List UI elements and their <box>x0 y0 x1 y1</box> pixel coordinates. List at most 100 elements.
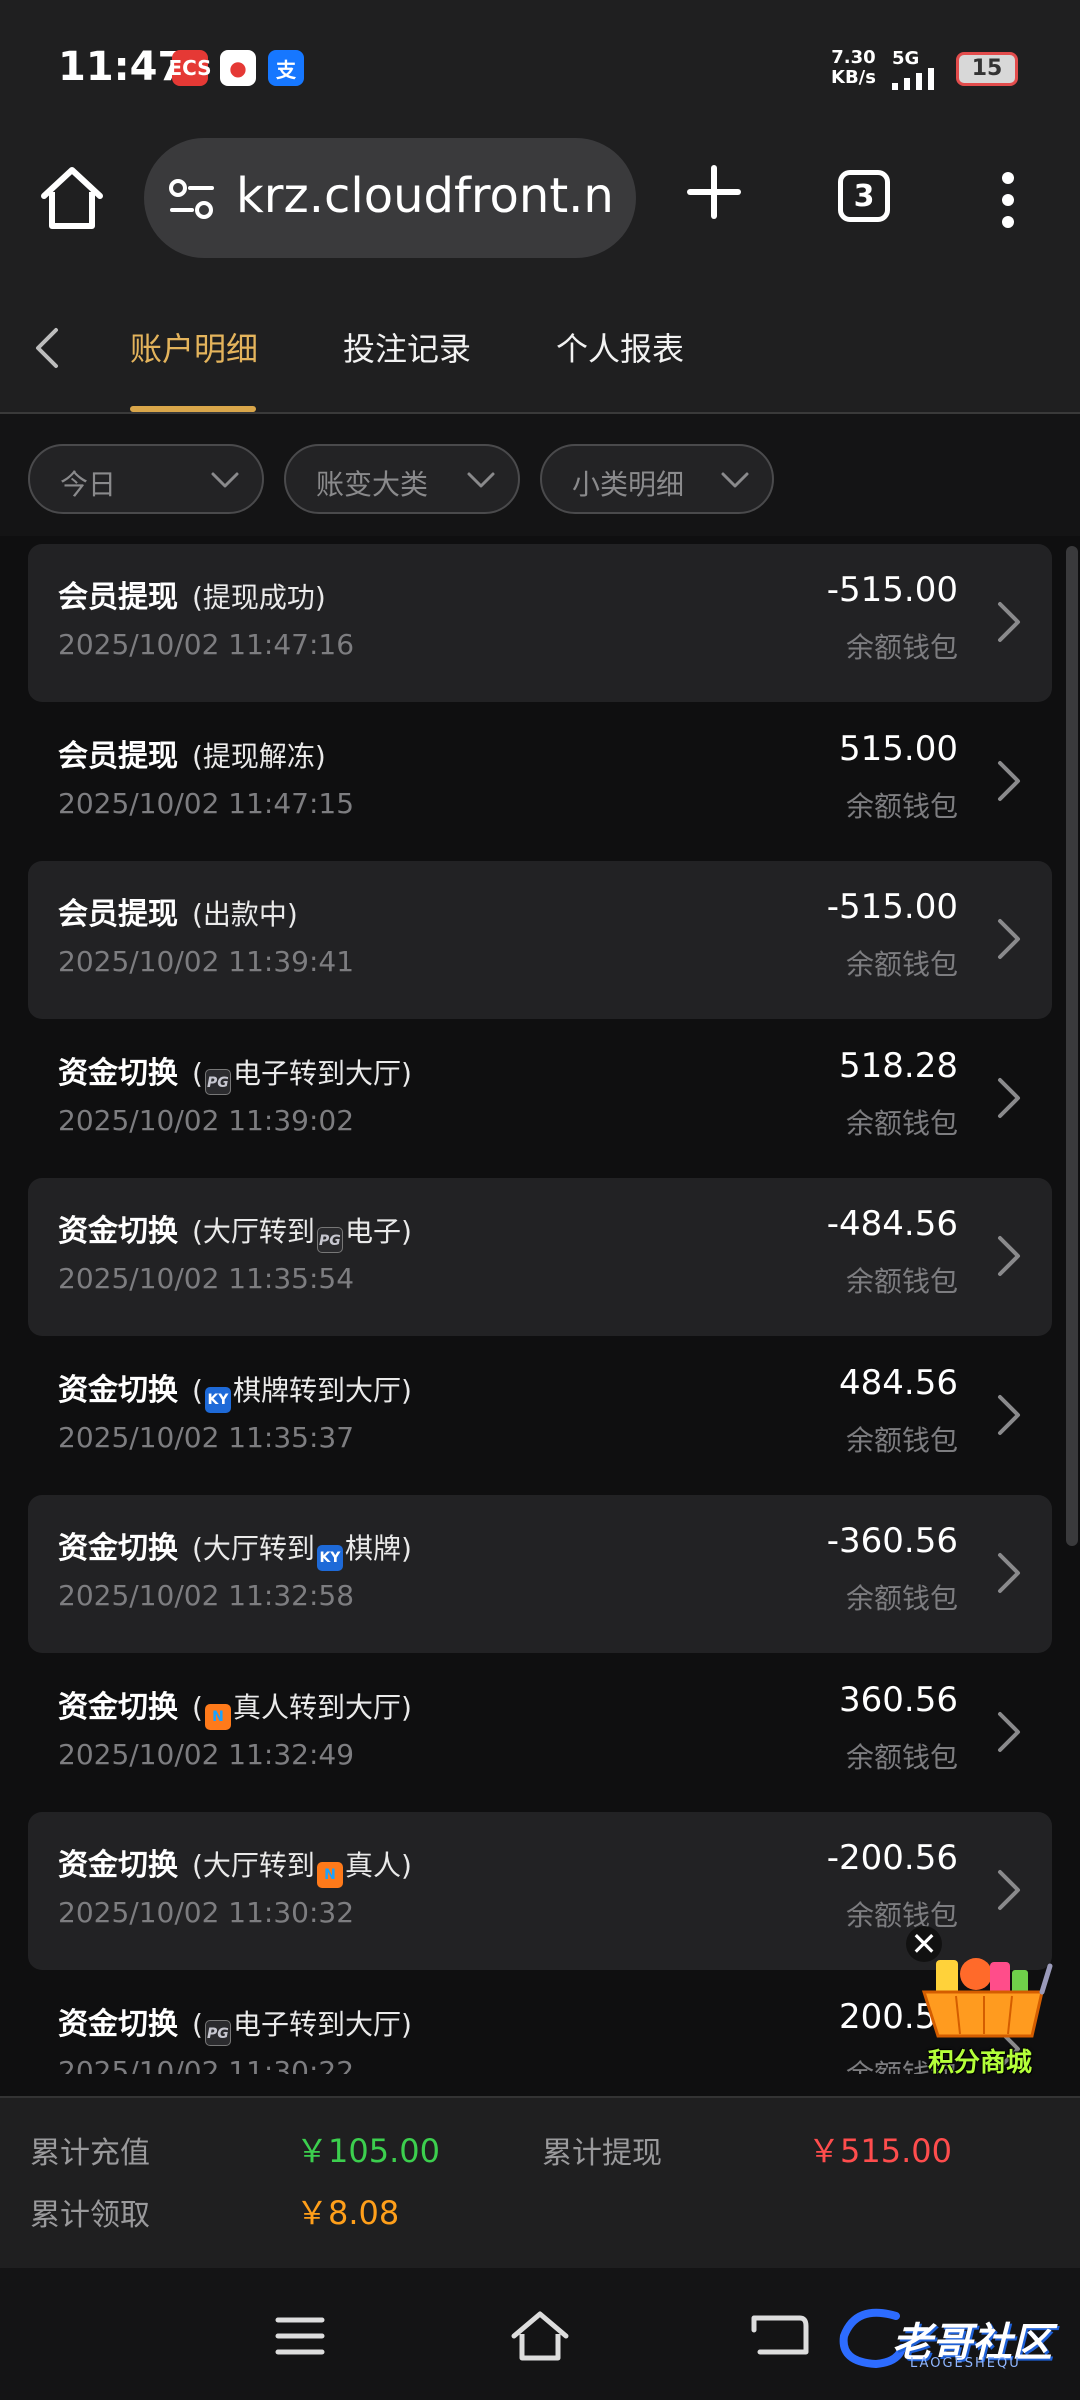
transaction-subtype: (N 真人转到大厅) <box>192 1691 412 1730</box>
transaction-row[interactable]: 会员提现 (提现成功) 2025/10/02 11:47:16 -515.00 余额钱包 <box>28 544 1052 702</box>
transaction-row[interactable]: 资金切换 (KY 棋牌转到大厅) 2025/10/02 11:35:37 484.56 余… <box>28 1337 1052 1495</box>
total-recharge-value: ￥105.00 <box>296 2132 440 2170</box>
chevron-right-icon <box>998 602 1020 642</box>
subtype-suffix: ) <box>400 1849 412 1882</box>
transaction-time: 2025/10/02 11:35:37 <box>58 1420 355 1454</box>
transaction-amount: -484.56 <box>826 1204 958 1244</box>
subtype-text: 棋牌 <box>344 1532 401 1565</box>
scrollbar[interactable] <box>1066 546 1078 1546</box>
transaction-subtype: (提现成功) <box>192 581 326 614</box>
transaction-type: 资金切换 <box>58 1214 178 1249</box>
system-nav-bar: 老哥社区 LAOGESHEQU <box>0 2268 1080 2400</box>
total-claimed-value: ￥8.08 <box>296 2194 400 2232</box>
transaction-row[interactable]: 会员提现 (出款中) 2025/10/02 11:39:41 -515.00 余额钱包 <box>28 861 1052 1019</box>
transaction-row[interactable]: 资金切换 (大厅转到 KY 棋牌) 2025/10/02 11:32:58 -360.56… <box>28 1495 1052 1653</box>
transaction-title: 资金切换 (PG 电子转到大厅) <box>58 1048 412 1095</box>
wallet-label: 余额钱包 <box>845 1106 958 1140</box>
transaction-type: 资金切换 <box>58 2006 178 2042</box>
date-filter-label: 今日 <box>60 468 117 501</box>
transaction-type: 资金切换 <box>58 1372 178 1408</box>
subtype-prefix: (出款中) <box>192 898 298 931</box>
back-arrow-icon[interactable] <box>28 324 68 372</box>
transaction-type: 资金切换 <box>58 1055 178 1091</box>
transaction-subtype: (出款中) <box>192 898 298 931</box>
subtype-prefix: ( <box>192 1056 203 1090</box>
watermark-subtext: LAOGESHEQU <box>910 2356 1021 2371</box>
subtype-text: 棋牌转到大厅 <box>232 1373 401 1407</box>
address-bar[interactable]: krz.cloudfront.net <box>144 138 636 258</box>
category-filter-label: 账变大类 <box>316 468 429 501</box>
transaction-type: 资金切换 <box>58 1531 178 1566</box>
transaction-time: 2025/10/02 11:47:15 <box>58 786 355 820</box>
subtype-prefix: (大厅转到 <box>192 1215 315 1248</box>
site-settings-icon[interactable] <box>168 178 216 220</box>
subtype-prefix: ( <box>192 2007 203 2041</box>
total-withdraw-value: ￥515.00 <box>808 2132 952 2170</box>
red-app-icon: ECS <box>168 50 212 86</box>
chevron-down-icon <box>467 472 495 488</box>
transaction-row[interactable]: 资金切换 (大厅转到 PG 电子) 2025/10/02 11:35:54 -484.56… <box>28 1178 1052 1336</box>
transaction-row[interactable]: 资金切换 (PG 电子转到大厅) 2025/10/02 11:39:02 518.28 余… <box>28 1020 1052 1178</box>
transaction-row[interactable]: 资金切换 (大厅转到 N 真人) 2025/10/02 11:30:32 -200.56 余… <box>28 1812 1052 1970</box>
clock: 11:47 <box>58 44 186 90</box>
subtype-suffix: ) <box>400 2007 412 2041</box>
home-nav-icon[interactable] <box>510 2308 570 2364</box>
tab-bet-records[interactable]: 投注记录 <box>343 324 471 370</box>
new-tab-icon[interactable] <box>684 162 744 222</box>
points-mall-widget[interactable]: ✕ 积分商城 <box>900 1922 1060 2082</box>
transaction-title: 资金切换 (KY 棋牌转到大厅) <box>58 1365 412 1413</box>
net-speed: 7.30 KB/s <box>831 48 876 88</box>
transaction-type: 会员提现 <box>58 738 178 774</box>
subcategory-filter-dropdown[interactable]: 小类明细 <box>540 444 774 514</box>
wallet-label: 余额钱包 <box>845 1265 958 1298</box>
signal-icon <box>892 68 934 90</box>
subtype-suffix: ) <box>400 1373 412 1407</box>
nj-game-logo-icon: N <box>204 1703 231 1730</box>
subcategory-filter-label: 小类明细 <box>572 468 685 501</box>
category-filter-dropdown[interactable]: 账变大类 <box>284 444 520 514</box>
chevron-right-icon <box>998 1870 1020 1910</box>
back-nav-icon[interactable] <box>750 2308 810 2364</box>
transaction-amount: 484.56 <box>839 1362 958 1403</box>
home-icon[interactable] <box>36 162 108 234</box>
active-tab-indicator <box>130 406 256 412</box>
browser-toolbar: krz.cloudfront.net 3 <box>0 130 1080 280</box>
chevron-down-icon <box>721 472 749 488</box>
transaction-subtype: (KY 棋牌转到大厅) <box>192 1373 412 1413</box>
filter-bar: 今日 账变大类 小类明细 <box>0 414 1080 536</box>
total-withdraw-label: 累计提现 <box>542 2136 662 2171</box>
recent-apps-icon[interactable] <box>270 2308 330 2364</box>
transaction-amount: -200.56 <box>826 1838 958 1878</box>
subtype-text: 电子转到大厅 <box>232 2007 401 2041</box>
site-watermark-logo: 老哥社区 LAOGESHEQU <box>836 2298 1076 2378</box>
chevron-right-icon <box>998 919 1020 959</box>
location-app-icon: ● <box>220 50 256 86</box>
subtype-text: 真人 <box>344 1849 401 1882</box>
subtype-prefix: ( <box>192 1373 203 1407</box>
tab-account-details[interactable]: 账户明细 <box>130 324 258 370</box>
transaction-time: 2025/10/02 11:30:32 <box>58 1896 355 1929</box>
chevron-right-icon <box>998 1394 1020 1435</box>
subtype-text: 电子转到大厅 <box>232 1056 401 1090</box>
close-icon[interactable]: ✕ <box>906 1925 942 1963</box>
chevron-right-icon <box>998 1553 1020 1593</box>
transaction-row[interactable]: 会员提现 (提现解冻) 2025/10/02 11:47:15 515.00 余额钱包 <box>28 703 1052 861</box>
tab-personal-report[interactable]: 个人报表 <box>556 324 684 370</box>
battery-level: 15 <box>971 56 1003 81</box>
transaction-title: 资金切换 (大厅转到 KY 棋牌) <box>58 1523 412 1571</box>
tab-switcher-button[interactable]: 3 <box>838 170 890 222</box>
summary-panel: 累计充值 ￥105.00 累计提现 ￥515.00 累计领取 ￥8.08 <box>0 2096 1080 2268</box>
net-speed-unit: KB/s <box>831 67 876 88</box>
transaction-row[interactable]: 资金切换 (N 真人转到大厅) 2025/10/02 11:32:49 360.56 余额… <box>28 1654 1052 1812</box>
pg-game-logo-icon: PG <box>204 1068 231 1095</box>
nj-game-logo-icon: N <box>316 1862 343 1888</box>
transaction-title: 资金切换 (大厅转到 PG 电子) <box>58 1206 412 1253</box>
total-recharge-label: 累计充值 <box>30 2136 150 2171</box>
url-text: krz.cloudfront.net <box>236 168 616 224</box>
more-menu-icon[interactable] <box>998 170 1018 230</box>
subtype-suffix: ) <box>400 1215 412 1248</box>
subtype-prefix: (提现成功) <box>192 581 326 614</box>
date-filter-dropdown[interactable]: 今日 <box>28 444 264 514</box>
transaction-row[interactable]: 资金切换(PG 电子转到大厅) 2025/10/02 11:30:22 200.56 余… <box>28 1971 1052 2074</box>
wallet-label: 余额钱包 <box>845 789 958 823</box>
